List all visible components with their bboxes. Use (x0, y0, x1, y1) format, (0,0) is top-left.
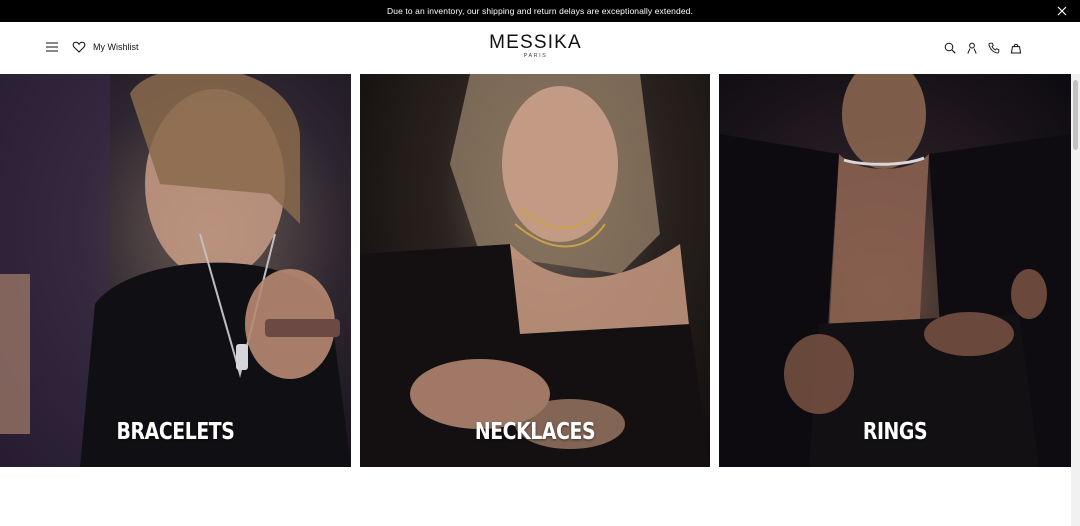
bag-icon[interactable] (1010, 41, 1022, 54)
close-icon[interactable] (1056, 5, 1068, 17)
category-label-necklaces: NECKLACES (474, 419, 596, 445)
phone-icon[interactable] (988, 41, 1000, 54)
announcement-bar: Due to an inventory, our shipping and re… (0, 0, 1080, 22)
necklaces-photo (360, 74, 710, 467)
category-tiles: BRACELETS NECKLACES RINGS (0, 74, 1071, 467)
category-tile-rings[interactable]: RINGS (719, 74, 1071, 467)
logo-city: PARIS (523, 53, 548, 59)
logo-brand: MESSIKA (489, 32, 582, 53)
page-scrollbar[interactable] (1071, 74, 1080, 526)
account-icon[interactable] (966, 41, 978, 54)
site-header: My Wishlist MESSIKA PARIS (0, 22, 1071, 74)
header-right (934, 41, 1022, 54)
brand-logo[interactable]: MESSIKA PARIS (0, 32, 1071, 59)
bracelets-photo (0, 74, 351, 467)
scrollbar-thumb[interactable] (1073, 80, 1078, 150)
announcement-text: Due to an inventory, our shipping and re… (387, 6, 693, 16)
category-label-bracelets: BRACELETS (116, 419, 235, 445)
rings-photo (719, 74, 1071, 467)
category-tile-necklaces[interactable]: NECKLACES (360, 74, 710, 467)
search-icon[interactable] (944, 41, 956, 54)
category-label-rings: RINGS (862, 419, 928, 445)
category-tile-bracelets[interactable]: BRACELETS (0, 74, 351, 467)
